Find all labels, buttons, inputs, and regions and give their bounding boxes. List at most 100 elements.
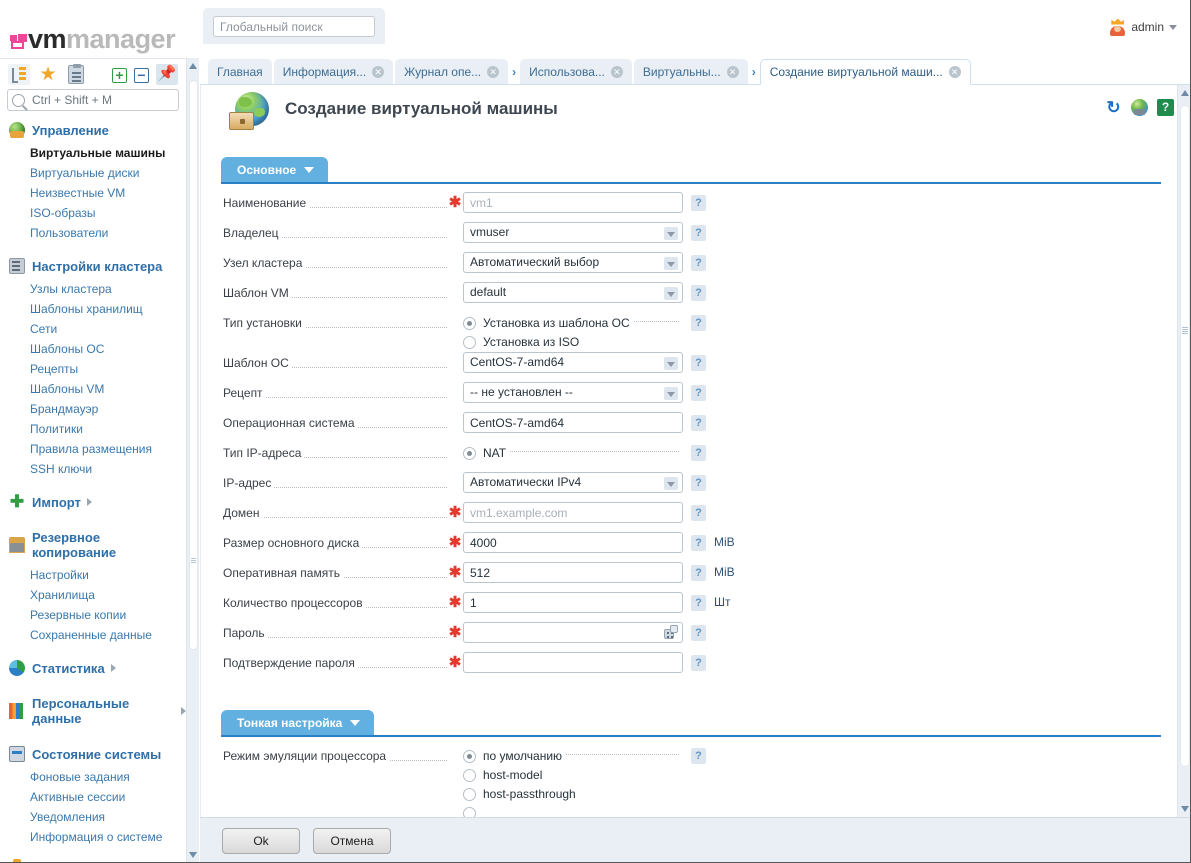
radio-icon[interactable] xyxy=(463,749,476,763)
radio-option[interactable]: host-passthrough xyxy=(463,785,683,803)
disk-size-input[interactable] xyxy=(463,532,683,553)
tab-usage[interactable]: Использова... ✕ xyxy=(520,59,632,84)
help-icon[interactable]: ? xyxy=(691,255,706,271)
close-icon[interactable]: ✕ xyxy=(610,65,623,78)
scroll-thumb[interactable] xyxy=(1180,105,1190,767)
sidebar-group-header[interactable]: Резервное копирование xyxy=(0,525,186,565)
chevron-down-icon[interactable] xyxy=(664,477,678,490)
expand-all-icon[interactable]: + xyxy=(112,68,127,83)
sidebar-item-networks[interactable]: Сети xyxy=(0,319,186,339)
password-input[interactable] xyxy=(463,622,683,643)
refresh-icon[interactable]: ↻ xyxy=(1105,99,1122,116)
sidebar-item-iso-images[interactable]: ISO-образы xyxy=(0,203,186,223)
cpu-count-input[interactable] xyxy=(463,592,683,613)
chevron-down-icon[interactable] xyxy=(664,257,678,270)
help-icon[interactable]: ? xyxy=(691,285,706,301)
sidebar-group-header[interactable]: Интеграция xyxy=(0,857,186,863)
ip-address-select[interactable]: Автоматически IPv4 xyxy=(463,472,683,493)
scroll-up-arrow-icon[interactable] xyxy=(189,63,197,69)
scroll-down-arrow-icon[interactable] xyxy=(1181,806,1189,812)
section-tab-fine-tuning[interactable]: Тонкая настройка xyxy=(221,710,375,735)
help-icon[interactable]: ? xyxy=(691,505,706,521)
globe-icon[interactable] xyxy=(1131,99,1148,116)
sidebar-group-header[interactable]: ✚ Импорт xyxy=(0,489,186,515)
sidebar-item-backups[interactable]: Резервные копии xyxy=(0,605,186,625)
help-book-icon[interactable]: ? xyxy=(1157,99,1174,116)
content-scrollbar[interactable] xyxy=(1177,85,1191,817)
tab-operation-log[interactable]: Журнал опе... ✕ xyxy=(395,59,509,84)
sidebar-item-storage-templates[interactable]: Шаблоны хранилищ xyxy=(0,299,186,319)
os-template-select[interactable]: CentOS-7-amd64 xyxy=(463,352,683,373)
sidebar-item-placement-rules[interactable]: Правила размещения xyxy=(0,439,186,459)
radio-option[interactable]: host-model xyxy=(463,766,683,784)
sidebar-item-saved-data[interactable]: Сохраненные данные xyxy=(0,625,186,645)
sidebar-item-vm-templates[interactable]: Шаблоны VM xyxy=(0,379,186,399)
chevron-down-icon[interactable] xyxy=(664,387,678,400)
chevron-down-icon[interactable] xyxy=(664,227,678,240)
close-icon[interactable]: ✕ xyxy=(372,65,385,78)
help-icon[interactable]: ? xyxy=(691,355,706,371)
sidebar-item-firewall[interactable]: Брандмауэр xyxy=(0,399,186,419)
pin-icon[interactable]: 📌 xyxy=(156,63,178,85)
operating-system-input[interactable] xyxy=(463,412,683,433)
scroll-thumb[interactable] xyxy=(189,80,198,650)
sidebar-search[interactable] xyxy=(7,89,179,111)
help-icon[interactable]: ? xyxy=(691,475,706,491)
section-tab-basic[interactable]: Основное xyxy=(221,157,329,182)
sidebar-search-input[interactable] xyxy=(30,92,170,108)
help-icon[interactable]: ? xyxy=(691,445,706,461)
help-icon[interactable]: ? xyxy=(691,195,706,211)
sidebar-item-backup-settings[interactable]: Настройки xyxy=(0,565,186,585)
sidebar-group-header[interactable]: Статистика xyxy=(0,655,186,681)
domain-input[interactable] xyxy=(463,502,683,523)
sidebar-item-background-tasks[interactable]: Фоновые задания xyxy=(0,767,186,787)
app-logo[interactable]: vmmanager xyxy=(10,26,176,53)
sidebar-group-header[interactable]: Настройки кластера xyxy=(0,253,186,279)
chevron-down-icon[interactable] xyxy=(664,357,678,370)
user-menu[interactable]: admin xyxy=(1109,17,1177,37)
collapse-all-icon[interactable]: − xyxy=(134,68,149,83)
sidebar-item-os-templates[interactable]: Шаблоны ОС xyxy=(0,339,186,359)
help-icon[interactable]: ? xyxy=(691,655,706,671)
tab-information[interactable]: Информация... ✕ xyxy=(273,59,394,84)
sidebar-item-notifications[interactable]: Уведомления xyxy=(0,807,186,827)
radio-icon[interactable] xyxy=(463,446,476,460)
clipboard-icon[interactable] xyxy=(68,64,84,84)
sidebar-item-policies[interactable]: Политики xyxy=(0,419,186,439)
help-icon[interactable]: ? xyxy=(691,415,706,431)
recipe-select[interactable]: -- не установлен -- xyxy=(463,382,683,403)
global-search-input[interactable] xyxy=(213,16,375,37)
sidebar-scrollbar[interactable] xyxy=(186,58,199,863)
sidebar-group-header[interactable]: Персональные данные xyxy=(0,691,186,731)
radio-icon[interactable] xyxy=(463,316,476,330)
help-icon[interactable]: ? xyxy=(691,565,706,581)
help-icon[interactable]: ? xyxy=(691,385,706,401)
sidebar-item-users[interactable]: Пользователи xyxy=(0,223,186,243)
radio-icon[interactable] xyxy=(463,335,476,349)
sidebar-item-virtual-machines[interactable]: Виртуальные машины xyxy=(0,143,186,163)
radio-option[interactable]: Установка из шаблона ОС xyxy=(463,314,683,332)
star-icon[interactable]: ★ xyxy=(37,64,59,85)
sidebar-item-recipes[interactable]: Рецепты xyxy=(0,359,186,379)
sidebar-item-unknown-vm[interactable]: Неизвестные VM xyxy=(0,183,186,203)
chevron-down-icon[interactable] xyxy=(664,287,678,300)
help-icon[interactable]: ? xyxy=(691,535,706,551)
radio-icon[interactable] xyxy=(463,787,476,801)
password-confirm-input[interactable] xyxy=(463,652,683,673)
scroll-up-arrow-icon[interactable] xyxy=(1181,90,1189,96)
close-icon[interactable]: ✕ xyxy=(726,65,739,78)
sidebar-item-ssh-keys[interactable]: SSH ключи xyxy=(0,459,186,479)
tab-create-vm[interactable]: Создание виртуальной маши... ✕ xyxy=(759,59,971,85)
vm-template-select[interactable]: default xyxy=(463,282,683,303)
sidebar-item-backup-storages[interactable]: Хранилища xyxy=(0,585,186,605)
close-icon[interactable]: ✕ xyxy=(487,65,500,78)
help-icon[interactable]: ? xyxy=(691,625,706,641)
sidebar-item-cluster-nodes[interactable]: Узлы кластера xyxy=(0,279,186,299)
radio-option[interactable]: по умолчанию xyxy=(463,747,683,765)
radio-option[interactable]: Установка из ISO xyxy=(463,333,683,351)
owner-select[interactable]: vmuser xyxy=(463,222,683,243)
memory-input[interactable] xyxy=(463,562,683,583)
sidebar-item-system-info[interactable]: Информация о системе xyxy=(0,827,186,847)
close-icon[interactable]: ✕ xyxy=(948,66,961,78)
sidebar-item-virtual-disks[interactable]: Виртуальные диски xyxy=(0,163,186,183)
